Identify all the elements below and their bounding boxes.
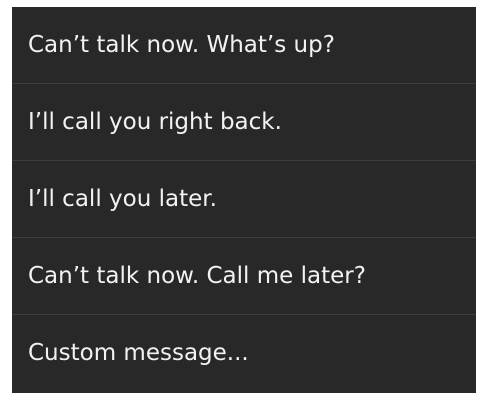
quick-response-item-call-later[interactable]: I’ll call you later. <box>12 161 476 238</box>
quick-response-label: I’ll call you later. <box>28 185 217 212</box>
quick-response-label: I’ll call you right back. <box>28 108 282 135</box>
quick-response-label: Can’t talk now. Call me later? <box>28 262 366 289</box>
quick-response-item-call-right-back[interactable]: I’ll call you right back. <box>12 84 476 161</box>
quick-response-list: Can’t talk now. What’s up? I’ll call you… <box>12 7 476 392</box>
quick-response-label: Custom message... <box>28 340 249 366</box>
quick-response-dialog: Can’t talk now. What’s up? I’ll call you… <box>12 7 476 393</box>
quick-response-item-custom-message[interactable]: Custom message... <box>12 315 476 392</box>
quick-response-item-cant-talk-call-me-later[interactable]: Can’t talk now. Call me later? <box>12 238 476 315</box>
quick-response-label: Can’t talk now. What’s up? <box>28 31 335 58</box>
quick-response-item-cant-talk-whats-up[interactable]: Can’t talk now. What’s up? <box>12 7 476 84</box>
